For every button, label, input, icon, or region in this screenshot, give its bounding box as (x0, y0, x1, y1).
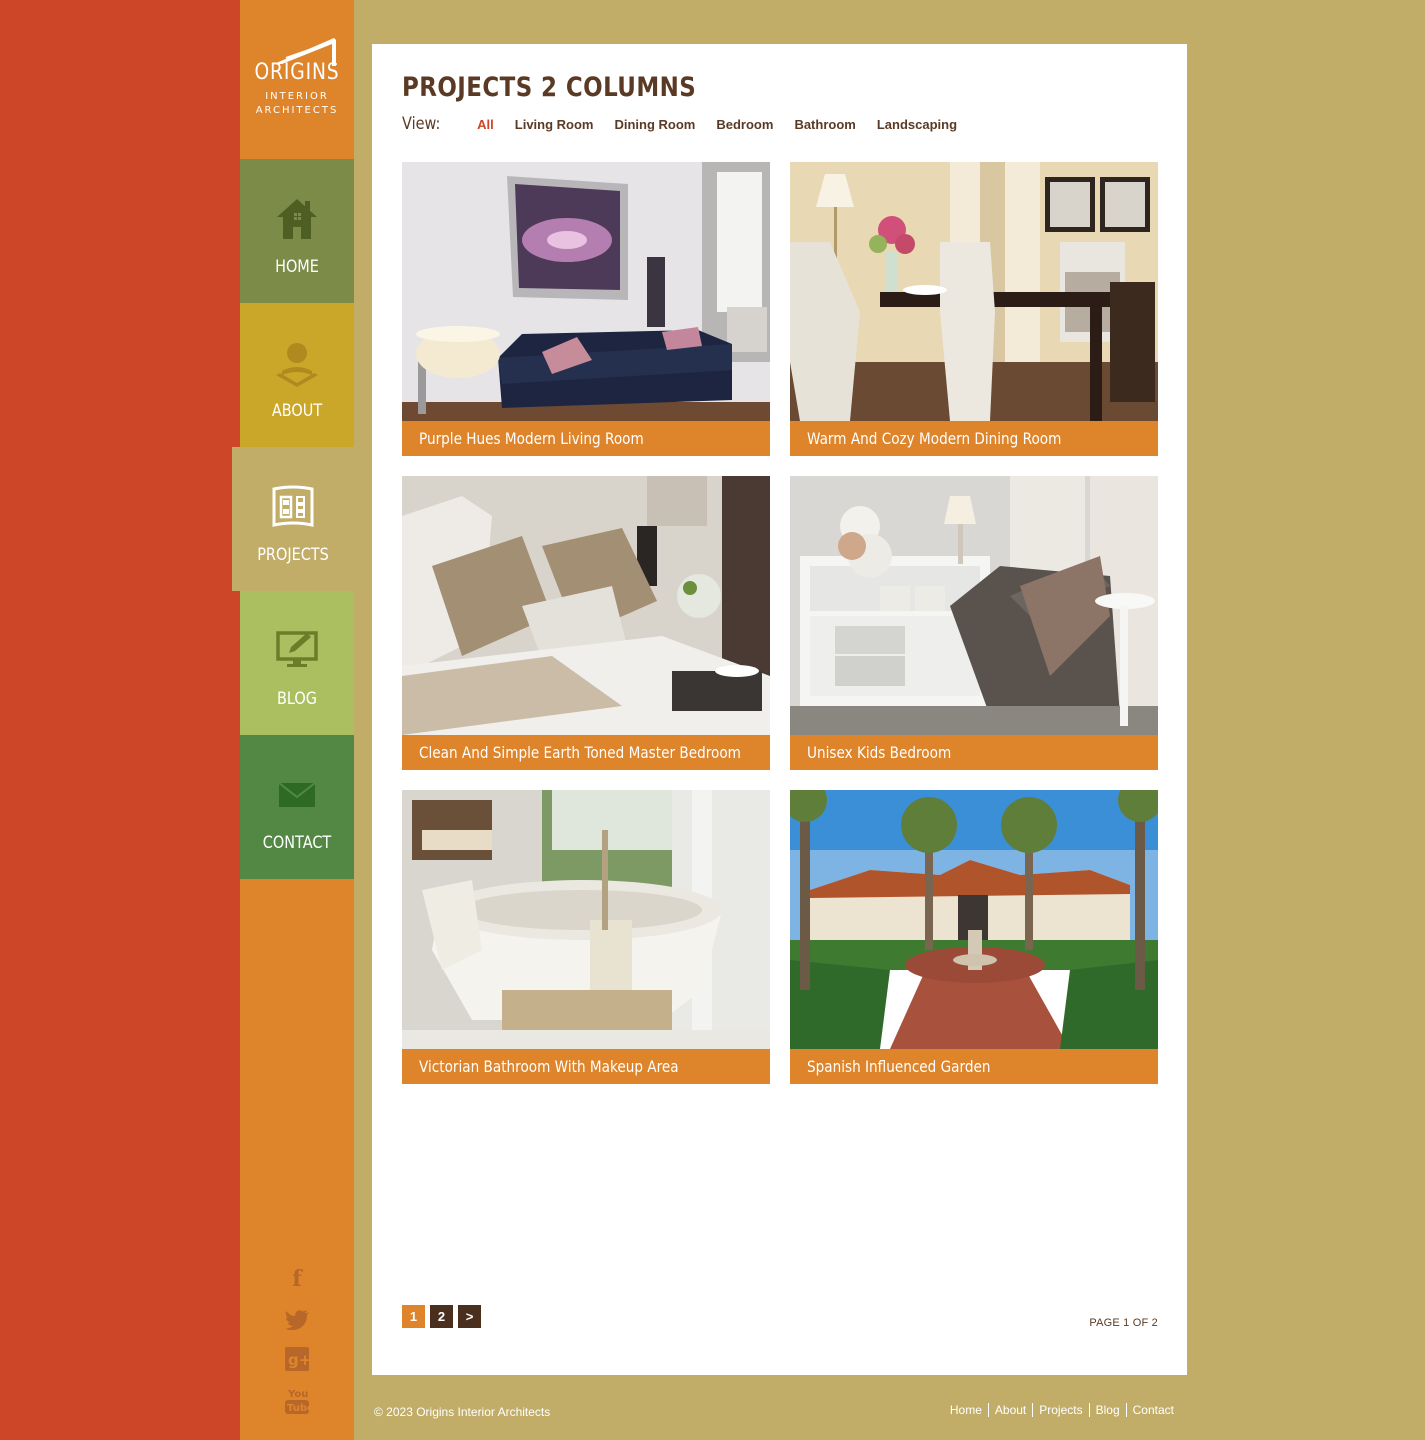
nav-projects[interactable]: PROJECTS (232, 447, 354, 591)
filter-living-room[interactable]: Living Room (515, 117, 594, 132)
nav-home-label: HOME (275, 257, 319, 277)
footer-nav: Home About Projects Blog Contact (944, 1403, 1180, 1417)
footer-link-home[interactable]: Home (944, 1403, 988, 1417)
brand-tagline-line2: ARCHITECTS (255, 105, 339, 116)
filter-bedroom[interactable]: Bedroom (716, 117, 773, 132)
project-caption[interactable]: Warm And Cozy Modern Dining Room (790, 421, 1158, 456)
project-photo-victorian-bathroom[interactable] (402, 790, 770, 1049)
svg-text:g+: g+ (288, 1351, 309, 1369)
project-photo-kids-bedroom[interactable] (790, 476, 1158, 735)
project-card[interactable]: Warm And Cozy Modern Dining Room (790, 162, 1158, 456)
brand-tagline: INTERIOR ARCHITECTS (240, 90, 354, 118)
project-caption[interactable]: Unisex Kids Bedroom (790, 735, 1158, 770)
view-label: View: (402, 114, 441, 134)
project-caption[interactable]: Spanish Influenced Garden (790, 1049, 1158, 1084)
project-caption[interactable]: Purple Hues Modern Living Room (402, 421, 770, 456)
nav-blog[interactable]: BLOG (240, 591, 354, 735)
filter-dining-room[interactable]: Dining Room (614, 117, 695, 132)
pagination: 1 2 > (402, 1305, 481, 1328)
project-caption[interactable]: Victorian Bathroom With Makeup Area (402, 1049, 770, 1084)
nav-about-label: ABOUT (271, 401, 323, 421)
home-icon (240, 197, 354, 247)
footer-link-projects[interactable]: Projects (1032, 1403, 1088, 1417)
person-reading-icon (240, 341, 354, 391)
footer-link-about[interactable]: About (987, 1403, 1032, 1417)
envelope-icon (240, 773, 354, 823)
svg-text:Tube: Tube (287, 1403, 309, 1414)
nav-contact-label: CONTACT (262, 833, 332, 853)
copyright: © 2023 Origins Interior Architects (374, 1405, 551, 1419)
project-title: Warm And Cozy Modern Dining Room (807, 429, 1062, 448)
blueprint-icon (232, 485, 354, 535)
left-color-strip (0, 0, 240, 1440)
project-card[interactable]: Purple Hues Modern Living Room (402, 162, 770, 456)
monitor-pen-icon (240, 629, 354, 679)
project-title: Purple Hues Modern Living Room (419, 429, 644, 448)
filter-bar: View: All Living Room Dining Room Bedroo… (402, 114, 978, 134)
project-card[interactable]: Clean And Simple Earth Toned Master Bedr… (402, 476, 770, 770)
next-page-button[interactable]: > (458, 1305, 481, 1328)
project-photo-living-room[interactable] (402, 162, 770, 421)
nav-contact[interactable]: CONTACT (240, 735, 354, 879)
brand-name: ORIGINS (254, 60, 340, 85)
page-status: PAGE 1 OF 2 (1089, 1317, 1158, 1329)
facebook-icon[interactable]: f (240, 1263, 354, 1295)
brand-logo[interactable]: ORIGINS INTERIOR ARCHITECTS (240, 0, 354, 159)
nav-home[interactable]: HOME (240, 159, 354, 303)
sidebar: ORIGINS INTERIOR ARCHITECTS HOME ABOUT P… (232, 0, 354, 1440)
nav-projects-label: PROJECTS (257, 545, 329, 565)
youtube-icon[interactable]: You Tube (240, 1384, 354, 1416)
project-card[interactable]: Unisex Kids Bedroom (790, 476, 1158, 770)
project-photo-master-bedroom[interactable] (402, 476, 770, 735)
page-title: PROJECTS 2 COLUMNS (402, 72, 697, 103)
footer-link-blog[interactable]: Blog (1088, 1403, 1126, 1417)
filter-all[interactable]: All (477, 117, 494, 132)
project-title: Victorian Bathroom With Makeup Area (419, 1057, 679, 1076)
project-title: Spanish Influenced Garden (807, 1057, 991, 1076)
project-title: Unisex Kids Bedroom (807, 743, 952, 762)
brand-tagline-line1: INTERIOR (265, 91, 329, 102)
project-caption[interactable]: Clean And Simple Earth Toned Master Bedr… (402, 735, 770, 770)
project-title: Clean And Simple Earth Toned Master Bedr… (419, 743, 741, 762)
google-plus-icon[interactable]: g+ (240, 1343, 354, 1375)
filter-landscaping[interactable]: Landscaping (877, 117, 957, 132)
nav-blog-label: BLOG (276, 689, 318, 709)
project-card[interactable]: Victorian Bathroom With Makeup Area (402, 790, 770, 1084)
svg-text:You: You (287, 1389, 308, 1400)
project-photo-dining-room[interactable] (790, 162, 1158, 421)
main-content: PROJECTS 2 COLUMNS View: All Living Room… (372, 44, 1187, 1375)
nav-about[interactable]: ABOUT (240, 303, 354, 447)
page-1-button[interactable]: 1 (402, 1305, 425, 1328)
project-photo-spanish-garden[interactable] (790, 790, 1158, 1049)
twitter-icon[interactable] (240, 1304, 354, 1336)
filter-bathroom[interactable]: Bathroom (794, 117, 855, 132)
project-card[interactable]: Spanish Influenced Garden (790, 790, 1158, 1084)
page-2-button[interactable]: 2 (430, 1305, 453, 1328)
footer-link-contact[interactable]: Contact (1125, 1403, 1180, 1417)
